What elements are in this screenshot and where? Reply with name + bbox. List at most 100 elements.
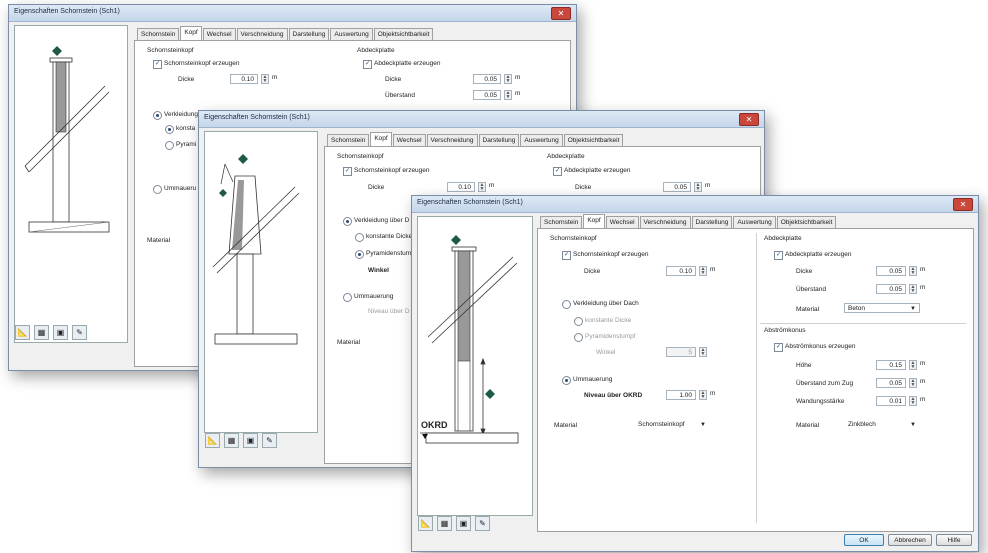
view-icon[interactable]: ▣ xyxy=(456,516,471,531)
tab-darstellung[interactable]: Darstellung xyxy=(691,216,733,228)
tab-verschneidung[interactable]: Verschneidung xyxy=(426,134,478,146)
tab-wechsel[interactable]: Wechsel xyxy=(202,28,236,40)
cladding-radio[interactable] xyxy=(562,300,571,309)
tab-objektsichtbarkeit[interactable]: Objektsichtbarkeit xyxy=(776,216,837,228)
tab-panel: Schornsteinkopf ✓ Schornsteinkopf erzeug… xyxy=(537,228,974,532)
tab-auswertung[interactable]: Auswertung xyxy=(520,134,563,146)
cover-overhang-input[interactable]: 0.05 xyxy=(876,284,906,294)
cone-overhang-input[interactable]: 0.05 xyxy=(876,378,906,388)
const-thickness-radio[interactable] xyxy=(355,233,364,242)
cover-thickness-spinner[interactable]: ▲ ▼ xyxy=(694,182,702,192)
tab-kopf[interactable]: Kopf xyxy=(583,214,605,228)
cone-wall-label: Wandungsstärke xyxy=(796,398,845,405)
angle-spinner[interactable]: ▲ ▼ xyxy=(699,347,707,357)
const-thickness-radio[interactable] xyxy=(165,125,174,134)
create-head-checkbox[interactable]: ✓ xyxy=(343,167,352,176)
close-button[interactable]: ✕ xyxy=(551,7,571,20)
thickness-input[interactable]: 0.10 xyxy=(447,182,475,192)
material-label: Material xyxy=(554,422,578,429)
cover-thickness-input[interactable]: 0.05 xyxy=(876,266,906,276)
measure-icon[interactable]: 📐 xyxy=(418,516,433,531)
section-title-cover: Abdeckplatte xyxy=(357,47,395,54)
create-cover-checkbox[interactable]: ✓ xyxy=(363,60,372,69)
tab-verschneidung[interactable]: Verschneidung xyxy=(236,28,288,40)
create-head-checkbox[interactable]: ✓ xyxy=(153,60,162,69)
paint-icon[interactable]: ✎ xyxy=(72,325,87,340)
chimney-diagram xyxy=(212,154,300,345)
view-icon[interactable]: ▣ xyxy=(53,325,68,340)
cover-thickness-spinner[interactable]: ▲ ▼ xyxy=(504,74,512,84)
cone-wall-spinner[interactable]: ▲ ▼ xyxy=(909,396,917,406)
tab-objektsichtbarkeit[interactable]: Objektsichtbarkeit xyxy=(373,28,434,40)
tab-darstellung[interactable]: Darstellung xyxy=(288,28,330,40)
tab-schornstein[interactable]: Schornstein xyxy=(540,216,583,228)
cone-wall-input[interactable]: 0.01 xyxy=(876,396,906,406)
tab-wechsel[interactable]: Wechsel xyxy=(392,134,426,146)
masonry-radio[interactable] xyxy=(343,293,352,302)
const-thickness-radio[interactable] xyxy=(574,317,583,326)
tab-wechsel[interactable]: Wechsel xyxy=(605,216,639,228)
cladding-radio[interactable] xyxy=(153,111,162,120)
cover-thickness-input[interactable]: 0.05 xyxy=(663,182,691,192)
section-title-kopf: Schornsteinkopf xyxy=(337,153,384,160)
cover-thickness-spinner[interactable]: ▲ ▼ xyxy=(909,266,917,276)
tab-auswertung[interactable]: Auswertung xyxy=(330,28,373,40)
pyramid-radio[interactable] xyxy=(165,141,174,150)
pyramid-radio[interactable] xyxy=(355,250,364,259)
cover-overhang-spinner[interactable]: ▲ ▼ xyxy=(909,284,917,294)
help-button[interactable]: Hilfe xyxy=(936,534,972,546)
view-icon[interactable]: ▣ xyxy=(243,433,258,448)
thickness-spinner[interactable]: ▲ ▼ xyxy=(699,266,707,276)
thickness-spinner[interactable]: ▲ ▼ xyxy=(478,182,486,192)
cover-material-value: Beton xyxy=(848,305,865,312)
tab-schornstein[interactable]: Schornstein xyxy=(327,134,370,146)
cone-overhang-unit: m xyxy=(920,378,926,385)
close-button[interactable]: ✕ xyxy=(739,113,759,126)
thickness-input[interactable]: 0.10 xyxy=(230,74,258,84)
paint-icon[interactable]: ✎ xyxy=(262,433,277,448)
cover-overhang-input[interactable]: 0.05 xyxy=(473,90,501,100)
cover-overhang-label: Überstand xyxy=(796,286,826,293)
thickness-input[interactable]: 0.10 xyxy=(666,266,696,276)
tab-kopf[interactable]: Kopf xyxy=(370,132,392,146)
cone-height-spinner[interactable]: ▲ ▼ xyxy=(909,360,917,370)
cover-material-select[interactable]: Beton ▼ xyxy=(844,303,920,313)
create-cover-checkbox[interactable]: ✓ xyxy=(553,167,562,176)
tab-auswertung[interactable]: Auswertung xyxy=(733,216,776,228)
create-cone-checkbox[interactable]: ✓ xyxy=(774,343,783,352)
tab-schornstein[interactable]: Schornstein xyxy=(137,28,180,40)
tab-kopf[interactable]: Kopf xyxy=(180,26,202,40)
create-head-checkbox[interactable]: ✓ xyxy=(562,251,571,260)
cancel-button[interactable]: Abbrechen xyxy=(888,534,932,546)
thickness-spinner[interactable]: ▲ ▼ xyxy=(261,74,269,84)
layers-icon[interactable]: ▦ xyxy=(34,325,49,340)
pyramid-radio[interactable] xyxy=(574,333,583,342)
measure-icon[interactable]: 📐 xyxy=(15,325,30,340)
level-input[interactable]: 1.00 xyxy=(666,390,696,400)
material-select[interactable]: Schornsteinkopf ▼ xyxy=(634,419,710,429)
cover-thickness-input[interactable]: 0.05 xyxy=(473,74,501,84)
cover-unit: m xyxy=(515,74,521,81)
tab-verschneidung[interactable]: Verschneidung xyxy=(639,216,691,228)
tab-darstellung[interactable]: Darstellung xyxy=(478,134,520,146)
cone-height-input[interactable]: 0.15 xyxy=(876,360,906,370)
create-cover-checkbox[interactable]: ✓ xyxy=(774,251,783,260)
close-button[interactable]: ✕ xyxy=(953,198,973,211)
angle-input[interactable]: 5 xyxy=(666,347,696,357)
layers-icon[interactable]: ▦ xyxy=(437,516,452,531)
material-label: Material xyxy=(147,237,171,244)
chimney-diagram xyxy=(24,46,110,233)
cover-material-label: Material xyxy=(796,306,820,313)
masonry-radio[interactable] xyxy=(153,185,162,194)
ok-button[interactable]: OK xyxy=(844,534,884,546)
paint-icon[interactable]: ✎ xyxy=(475,516,490,531)
cone-material-select[interactable]: Zinkblech ▼ xyxy=(844,419,920,429)
measure-icon[interactable]: 📐 xyxy=(205,433,220,448)
cover-overhang-spinner[interactable]: ▲ ▼ xyxy=(504,90,512,100)
cone-overhang-spinner[interactable]: ▲ ▼ xyxy=(909,378,917,388)
tab-objektsichtbarkeit[interactable]: Objektsichtbarkeit xyxy=(563,134,624,146)
level-spinner[interactable]: ▲ ▼ xyxy=(699,390,707,400)
masonry-radio[interactable] xyxy=(562,376,571,385)
cladding-radio[interactable] xyxy=(343,217,352,226)
layers-icon[interactable]: ▦ xyxy=(224,433,239,448)
